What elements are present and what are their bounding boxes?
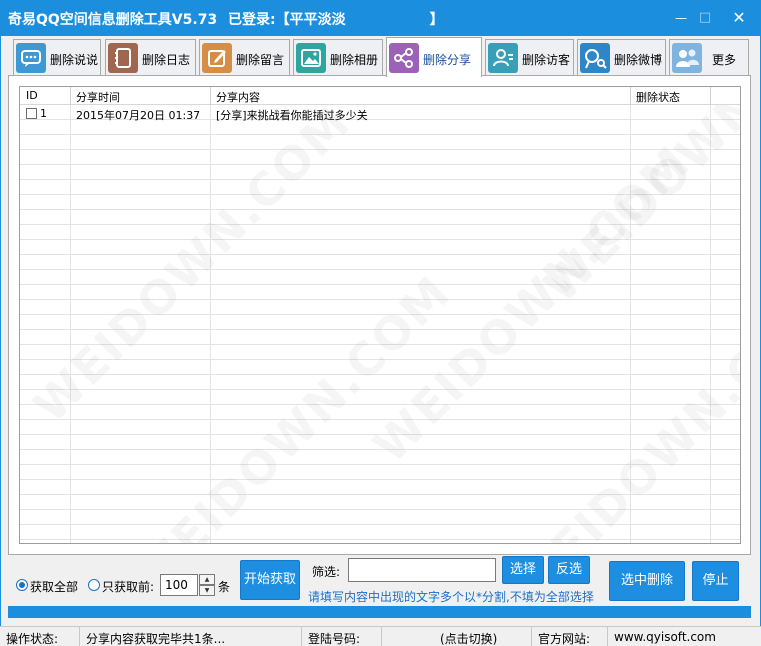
watermark: WEIDOWN.COM (123, 265, 461, 543)
window-title: 奇易QQ空间信息删除工具V5.73 (8, 12, 218, 28)
tab-delete-share[interactable]: 删除分享 (386, 37, 482, 77)
site-link[interactable]: www.qyisoft.com (608, 627, 761, 646)
table-header: ID 分享时间 分享内容 删除状态 (20, 87, 740, 105)
tab-delete-visitors[interactable]: 删除访客 (485, 39, 574, 75)
tab-delete-weibo[interactable]: 删除微博 (577, 39, 666, 75)
op-status-label: 操作状态: (0, 627, 80, 646)
tab-label: 删除访客 (522, 53, 571, 67)
tab-delete-diary[interactable]: 删除日志 (105, 39, 196, 75)
count-input[interactable]: 100 (160, 574, 198, 596)
column-header-status[interactable]: 删除状态 (636, 89, 680, 105)
column-divider (630, 87, 631, 543)
progress-bar (8, 606, 751, 618)
edit-note-icon (202, 43, 232, 73)
share-table[interactable]: WEIDOWN.COM WEIDOWN.COM WEIDOWN.COM WEID… (19, 86, 741, 544)
op-status-value: 分享内容获取完毕共1条... (80, 627, 302, 646)
login-number-label: 登陆号码: (302, 627, 382, 646)
column-divider (70, 87, 71, 543)
filter-input[interactable] (348, 558, 496, 582)
tab-delete-album[interactable]: 删除相册 (293, 39, 383, 75)
close-button[interactable]: ✕ (726, 6, 752, 30)
table-row[interactable]: 1 2015年07月20日 01:37 [分享]来挑战看你能插过多少关 (20, 106, 740, 122)
tab-label: 删除说说 (50, 53, 99, 67)
radio-get-first[interactable] (88, 579, 100, 591)
column-divider (210, 87, 211, 543)
status-bar: 操作状态: 分享内容获取完毕共1条... 登陆号码: (点击切换) 官方网站: … (0, 626, 761, 646)
tab-label: 删除日志 (142, 53, 191, 67)
share-panel: WEIDOWN.COM WEIDOWN.COM WEIDOWN.COM WEID… (8, 75, 751, 555)
filter-label: 筛选: (312, 565, 341, 579)
radio-get-all[interactable] (16, 579, 28, 591)
login-switch[interactable]: (点击切换) (382, 627, 532, 646)
photo-album-icon (296, 43, 326, 73)
radio-get-first-label[interactable]: 只获取前: (102, 578, 154, 595)
tab-label: 更多 (712, 53, 737, 67)
start-fetch-button[interactable]: 开始获取 (240, 560, 300, 600)
share-icon (389, 43, 419, 73)
maximize-button[interactable]: □ (692, 6, 718, 30)
stop-button[interactable]: 停止 (692, 561, 739, 601)
row-id: 1 (40, 107, 47, 120)
row-time: 2015年07月20日 01:37 (76, 109, 201, 122)
count-unit: 条 (218, 580, 231, 594)
invert-select-button[interactable]: 反选 (548, 556, 590, 584)
watermark: WEIDOWN.COM (363, 135, 701, 473)
site-label: 官方网站: (532, 627, 608, 646)
column-header-content[interactable]: 分享内容 (216, 89, 260, 105)
column-divider (710, 87, 711, 543)
radio-get-all-label[interactable]: 获取全部 (30, 578, 78, 595)
column-header-id[interactable]: ID (26, 89, 38, 102)
filter-hint: 请填写内容中出现的文字多个以*分割,不填为全部选择 (308, 590, 594, 604)
tab-delete-shuoshuo[interactable]: 删除说说 (13, 39, 101, 75)
login-status: 已登录:【平平淡淡 】 (228, 12, 444, 28)
count-down-button[interactable]: ▼ (199, 585, 215, 596)
row-checkbox[interactable] (26, 108, 37, 119)
tab-label: 删除留言 (236, 53, 285, 67)
delete-selected-button[interactable]: 选中删除 (609, 561, 685, 601)
row-content: [分享]来挑战看你能插过多少关 (216, 109, 368, 122)
column-header-time[interactable]: 分享时间 (76, 89, 120, 105)
tab-label: 删除微博 (614, 53, 663, 67)
watermark: WEIDOWN.COM (23, 95, 361, 433)
select-button[interactable]: 选择 (502, 556, 544, 584)
tab-delete-messages[interactable]: 删除留言 (199, 39, 290, 75)
tab-label: 删除分享 (423, 53, 472, 67)
users-icon (672, 43, 702, 73)
tab-more[interactable]: 更多 (669, 39, 749, 75)
weibo-icon (580, 43, 610, 73)
notebook-icon (108, 43, 138, 73)
count-up-button[interactable]: ▲ (199, 574, 215, 585)
chat-bubble-icon (16, 43, 46, 73)
minimize-button[interactable]: — (668, 6, 694, 30)
title-bar: 奇易QQ空间信息删除工具V5.73 已登录:【平平淡淡 】 — □ ✕ (0, 0, 761, 36)
tab-label: 删除相册 (330, 53, 379, 67)
visitor-icon (488, 43, 518, 73)
watermark: WEIDOWN.COM (503, 275, 740, 543)
